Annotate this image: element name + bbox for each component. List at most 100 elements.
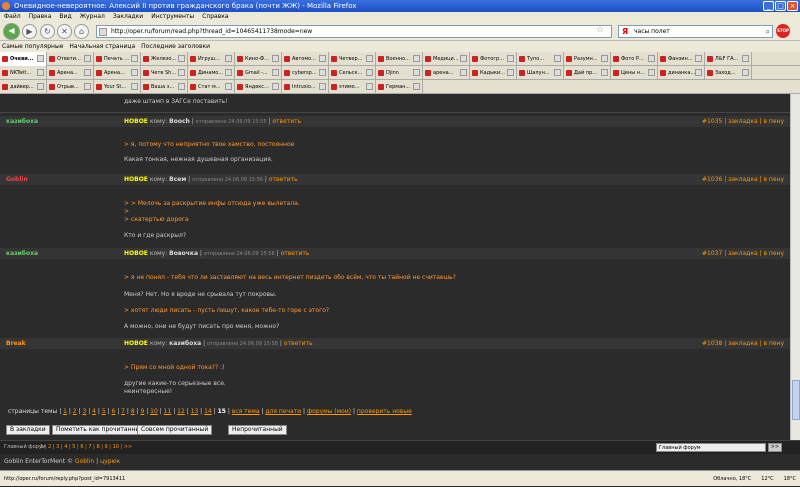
tab[interactable]: Стат м...: [188, 80, 235, 94]
reply-link[interactable]: ответить: [269, 176, 298, 183]
menu-view[interactable]: Вид: [59, 12, 71, 22]
page-link[interactable]: 12: [177, 408, 185, 415]
tab[interactable]: Цены н...: [611, 66, 658, 80]
mark-unread-button[interactable]: Непрочитанный: [228, 425, 287, 435]
tab[interactable]: Your St...: [94, 80, 141, 94]
url-field[interactable]: http://oper.ru/forum/read.php?thread_id=…: [96, 25, 612, 38]
forum-page-link[interactable]: 8: [96, 444, 99, 450]
tab[interactable]: Кадыки...: [470, 66, 517, 80]
up-link[interactable]: в пену: [763, 340, 784, 347]
bookmark-link[interactable]: закладка: [728, 340, 757, 347]
menu-help[interactable]: Справка: [202, 12, 228, 22]
page-link[interactable]: 6: [111, 408, 115, 415]
forum-page-link[interactable]: 10: [113, 444, 119, 450]
go-button[interactable]: >>: [768, 443, 782, 452]
weather-status-2[interactable]: 18°C: [784, 471, 796, 487]
bookmark-link[interactable]: закладка: [728, 250, 757, 257]
home-icon[interactable]: ⌂: [74, 24, 89, 39]
tab[interactable]: Фанзин...: [658, 52, 705, 66]
tab[interactable]: NKTwit...: [0, 66, 47, 80]
post-author[interactable]: Goblin: [6, 176, 28, 183]
tab[interactable]: этимо...: [329, 80, 376, 94]
tab[interactable]: Арена...: [47, 66, 94, 80]
page-link[interactable]: 11: [164, 408, 172, 415]
tab[interactable]: Кино-Ф...: [235, 52, 282, 66]
reply-link[interactable]: ответить: [281, 250, 310, 257]
bookmark-most-visited[interactable]: Самые популярные: [2, 41, 63, 52]
tab[interactable]: Печать ...: [94, 52, 141, 66]
post-recipient[interactable]: Вовочка: [169, 250, 198, 257]
menu-tools[interactable]: Инструменты: [151, 12, 194, 22]
link-print[interactable]: для печати: [265, 408, 301, 415]
post-author[interactable]: казибоха: [6, 118, 38, 125]
tab[interactable]: динанка...: [658, 66, 705, 80]
tab[interactable]: арена...: [423, 66, 470, 80]
tab[interactable]: Шалун...: [517, 66, 564, 80]
search-icon[interactable]: ⌕: [766, 26, 770, 37]
up-link[interactable]: в пену: [763, 176, 784, 183]
bookmark-latest-headlines[interactable]: Последние заголовки: [141, 41, 210, 52]
page-link[interactable]: 9: [141, 408, 145, 415]
menu-bookmarks[interactable]: Закладки: [113, 12, 143, 22]
page-link[interactable]: 5: [102, 408, 106, 415]
maximize-button[interactable]: □: [775, 1, 786, 11]
tab[interactable]: Яндекс...: [235, 80, 282, 94]
post-author[interactable]: казибоха: [6, 250, 38, 257]
page-link[interactable]: 7: [121, 408, 125, 415]
post-number-link[interactable]: #1037: [702, 250, 722, 257]
tab[interactable]: Очеви...: [0, 52, 47, 66]
forum-page-link[interactable]: >>: [124, 444, 132, 450]
close-button[interactable]: ×: [787, 1, 798, 11]
forum-page-link[interactable]: 6: [80, 444, 83, 450]
forum-page-link[interactable]: 7: [88, 444, 91, 450]
tab[interactable]: Герман...: [376, 80, 423, 94]
adblock-icon[interactable]: STOP: [776, 24, 790, 38]
forum-page-link[interactable]: 4: [64, 444, 67, 450]
scrollbar-thumb[interactable]: [792, 380, 800, 420]
post-number-link[interactable]: #1036: [702, 176, 722, 183]
forum-page-link[interactable]: 2: [48, 444, 51, 450]
tab[interactable]: cybersp...: [282, 66, 329, 80]
reload-icon[interactable]: ↻: [40, 24, 55, 39]
bookmark-start-page[interactable]: Начальная страница: [69, 41, 135, 52]
forward-icon[interactable]: ▶: [22, 24, 37, 39]
forum-page-link[interactable]: 3: [56, 444, 59, 450]
vertical-scrollbar[interactable]: [790, 94, 800, 440]
page-link[interactable]: 1: [63, 408, 67, 415]
weather-status[interactable]: Облачно, 18°C: [713, 471, 751, 487]
search-field[interactable]: Ячасы полет ⌕: [618, 25, 773, 38]
tab[interactable]: Разумн...: [564, 52, 611, 66]
tab[interactable]: Заход...: [705, 66, 752, 80]
temperature-status[interactable]: 12°C: [761, 471, 773, 487]
link-whole-thread[interactable]: вся тема: [232, 408, 260, 415]
link-forums[interactable]: форумы (мои): [307, 408, 351, 415]
page-link[interactable]: 13: [191, 408, 199, 415]
forum-select[interactable]: Главный форум: [656, 443, 766, 452]
post-recipient[interactable]: Всем: [169, 176, 186, 183]
bookmark-star-icon[interactable]: ☆: [596, 25, 604, 35]
tab[interactable]: Динамо...: [188, 66, 235, 80]
tab[interactable]: Фотогр...: [470, 52, 517, 66]
stop-icon[interactable]: ✕: [57, 24, 72, 39]
mark-read-button[interactable]: Пометить как прочитанный: [52, 425, 149, 435]
tab[interactable]: Четв Sh...: [141, 66, 188, 80]
page-link[interactable]: 2: [73, 408, 77, 415]
forum-page-link[interactable]: 5: [72, 444, 75, 450]
reply-link[interactable]: ответить: [284, 340, 313, 347]
tab[interactable]: Сельск...: [329, 66, 376, 80]
tab[interactable]: Фото Р...: [611, 52, 658, 66]
reply-link[interactable]: ответить: [272, 118, 301, 125]
page-link[interactable]: 10: [150, 408, 158, 415]
minimize-button[interactable]: _: [763, 1, 774, 11]
bookmark-link[interactable]: закладка: [728, 118, 757, 125]
tab[interactable]: Отрыв...: [47, 80, 94, 94]
page-link[interactable]: 15: [218, 408, 226, 415]
up-link[interactable]: в пену: [763, 118, 784, 125]
bookmark-button[interactable]: В закладки: [6, 425, 50, 435]
up-link[interactable]: в пену: [763, 250, 784, 257]
tab[interactable]: Автомо...: [282, 52, 329, 66]
menu-history[interactable]: Журнал: [80, 12, 105, 22]
tab[interactable]: Ответи...: [47, 52, 94, 66]
tab[interactable]: Военно...: [376, 52, 423, 66]
menu-edit[interactable]: Правка: [29, 12, 52, 22]
